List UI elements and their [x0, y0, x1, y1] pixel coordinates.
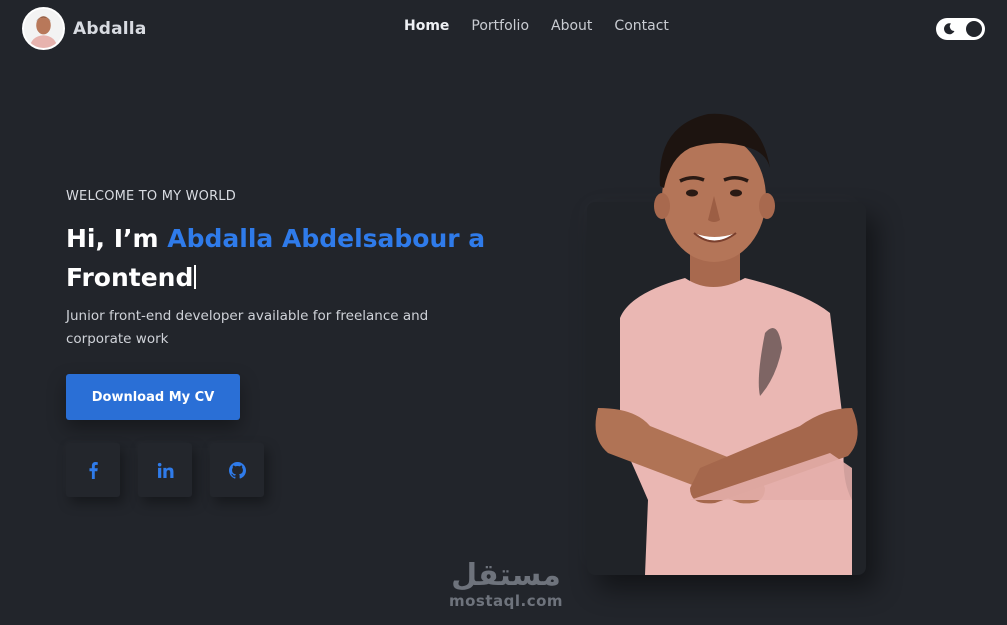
watermark-arabic: مستقل	[451, 558, 561, 593]
nav-link-portfolio[interactable]: Portfolio	[471, 18, 529, 34]
nav-link-contact[interactable]: Contact	[614, 18, 668, 34]
github-link[interactable]	[210, 443, 264, 497]
github-icon	[228, 461, 246, 479]
watermark: مستقل mostaql.com	[441, 558, 571, 611]
linkedin-link[interactable]	[138, 443, 192, 497]
greeting: Hi, I’m	[66, 224, 159, 253]
toggle-knob	[966, 21, 982, 37]
moon-icon	[943, 23, 955, 35]
nav-link-home[interactable]: Home	[404, 18, 449, 34]
avatar-portrait-image	[24, 9, 63, 48]
nav-link-about[interactable]: About	[551, 18, 592, 34]
hero-headline: Hi, I’m Abdalla Abdelsabour a Frontend	[66, 219, 536, 297]
facebook-link[interactable]	[66, 443, 120, 497]
navbar: Abdalla Home Portfolio About Contact	[0, 0, 1007, 56]
brand-name: Abdalla	[73, 18, 147, 39]
avatar	[22, 7, 65, 50]
watermark-latin: mostaql.com	[448, 592, 564, 610]
theme-toggle[interactable]	[936, 18, 985, 40]
linkedin-icon	[157, 462, 173, 478]
social-links	[66, 443, 264, 497]
typing-cursor	[194, 265, 197, 289]
portrait-photo	[595, 113, 858, 575]
facebook-icon	[88, 461, 98, 479]
typed-role: Frontend	[66, 263, 194, 292]
welcome-text: WELCOME TO MY WORLD	[66, 189, 236, 204]
hero-name: Abdalla Abdelsabour a	[167, 224, 486, 253]
brand[interactable]: Abdalla	[22, 7, 147, 50]
hero-description: Junior front-end developer available for…	[66, 308, 429, 347]
main-menu: Home Portfolio About Contact	[404, 18, 669, 34]
download-cv-button[interactable]: Download My CV	[66, 374, 240, 420]
